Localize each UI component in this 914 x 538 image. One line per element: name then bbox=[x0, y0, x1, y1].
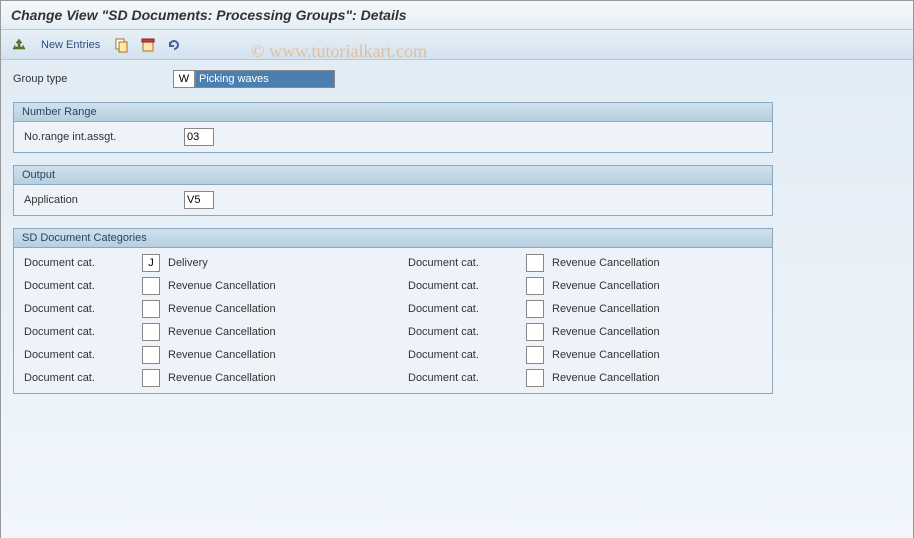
no-range-label: No.range int.assgt. bbox=[24, 131, 184, 143]
doc-cat-row: Document cat. Revenue Cancellation bbox=[408, 254, 762, 272]
doc-cat-label: Document cat. bbox=[24, 257, 134, 269]
doc-cat-desc: Revenue Cancellation bbox=[552, 280, 660, 292]
doc-categories-header: SD Document Categories bbox=[14, 229, 772, 248]
doc-cat-desc: Revenue Cancellation bbox=[168, 372, 276, 384]
doc-cat-label: Document cat. bbox=[24, 349, 134, 361]
doc-cat-label: Document cat. bbox=[408, 280, 518, 292]
toolbar: New Entries bbox=[1, 30, 913, 60]
doc-cat-row: Document cat. Revenue Cancellation bbox=[408, 277, 762, 295]
doc-cat-desc: Revenue Cancellation bbox=[168, 303, 276, 315]
doc-cat-row: Document cat. Revenue Cancellation bbox=[24, 346, 378, 364]
output-group: Output Application bbox=[13, 165, 773, 216]
doc-cat-label: Document cat. bbox=[408, 326, 518, 338]
doc-categories-group: SD Document Categories Document cat. Deli… bbox=[13, 228, 773, 394]
doc-cat-label: Document cat. bbox=[408, 372, 518, 384]
doc-cat-label: Document cat. bbox=[24, 372, 134, 384]
doc-cat-row: Document cat. Revenue Cancellation bbox=[408, 300, 762, 318]
doc-cat-row: Document cat. Revenue Cancellation bbox=[408, 323, 762, 341]
doc-cat-row: Document cat. Revenue Cancellation bbox=[24, 369, 378, 387]
group-type-code-input[interactable] bbox=[173, 70, 195, 88]
copy-as-icon[interactable] bbox=[112, 35, 132, 55]
doc-cat-desc: Revenue Cancellation bbox=[552, 349, 660, 361]
number-range-header: Number Range bbox=[14, 103, 772, 122]
group-type-label: Group type bbox=[13, 73, 173, 85]
doc-cat-desc: Revenue Cancellation bbox=[168, 326, 276, 338]
doc-cat-desc: Delivery bbox=[168, 257, 208, 269]
group-type-desc-input[interactable] bbox=[195, 70, 335, 88]
doc-cat-desc: Revenue Cancellation bbox=[168, 349, 276, 361]
delete-icon[interactable] bbox=[138, 35, 158, 55]
doc-cat-code-input[interactable] bbox=[526, 369, 544, 387]
doc-cat-code-input[interactable] bbox=[142, 323, 160, 341]
doc-cat-code-input[interactable] bbox=[142, 369, 160, 387]
number-range-group: Number Range No.range int.assgt. bbox=[13, 102, 773, 153]
doc-cat-desc: Revenue Cancellation bbox=[168, 280, 276, 292]
doc-cat-row: Document cat. Revenue Cancellation bbox=[408, 369, 762, 387]
doc-cat-code-input[interactable] bbox=[526, 300, 544, 318]
doc-cat-code-input[interactable] bbox=[142, 277, 160, 295]
doc-cat-desc: Revenue Cancellation bbox=[552, 372, 660, 384]
doc-cat-label: Document cat. bbox=[24, 303, 134, 315]
doc-cat-desc: Revenue Cancellation bbox=[552, 257, 660, 269]
doc-cat-code-input[interactable] bbox=[526, 254, 544, 272]
doc-cat-row: Document cat. Delivery bbox=[24, 254, 378, 272]
doc-cat-desc: Revenue Cancellation bbox=[552, 326, 660, 338]
doc-cat-desc: Revenue Cancellation bbox=[552, 303, 660, 315]
doc-cat-row: Document cat. Revenue Cancellation bbox=[24, 300, 378, 318]
doc-cat-label: Document cat. bbox=[408, 349, 518, 361]
doc-cat-code-input[interactable] bbox=[526, 346, 544, 364]
content-area: Group type Number Range No.range int.ass… bbox=[1, 60, 913, 538]
group-type-row: Group type bbox=[13, 70, 901, 88]
output-header: Output bbox=[14, 166, 772, 185]
page-title: Change View "SD Documents: Processing Gr… bbox=[1, 1, 913, 30]
application-label: Application bbox=[24, 194, 184, 206]
doc-cat-code-input[interactable] bbox=[142, 254, 160, 272]
no-range-input[interactable] bbox=[184, 128, 214, 146]
doc-cat-code-input[interactable] bbox=[526, 323, 544, 341]
application-input[interactable] bbox=[184, 191, 214, 209]
doc-cat-code-input[interactable] bbox=[142, 346, 160, 364]
doc-cat-label: Document cat. bbox=[408, 257, 518, 269]
toggle-display-change-icon[interactable] bbox=[9, 35, 29, 55]
doc-cat-code-input[interactable] bbox=[526, 277, 544, 295]
doc-cat-label: Document cat. bbox=[408, 303, 518, 315]
doc-cat-row: Document cat. Revenue Cancellation bbox=[24, 323, 378, 341]
doc-cat-row: Document cat. Revenue Cancellation bbox=[24, 277, 378, 295]
doc-cat-row: Document cat. Revenue Cancellation bbox=[408, 346, 762, 364]
undo-change-icon[interactable] bbox=[164, 35, 184, 55]
doc-cat-label: Document cat. bbox=[24, 326, 134, 338]
doc-cat-label: Document cat. bbox=[24, 280, 134, 292]
new-entries-button[interactable]: New Entries bbox=[35, 37, 106, 53]
doc-cat-code-input[interactable] bbox=[142, 300, 160, 318]
